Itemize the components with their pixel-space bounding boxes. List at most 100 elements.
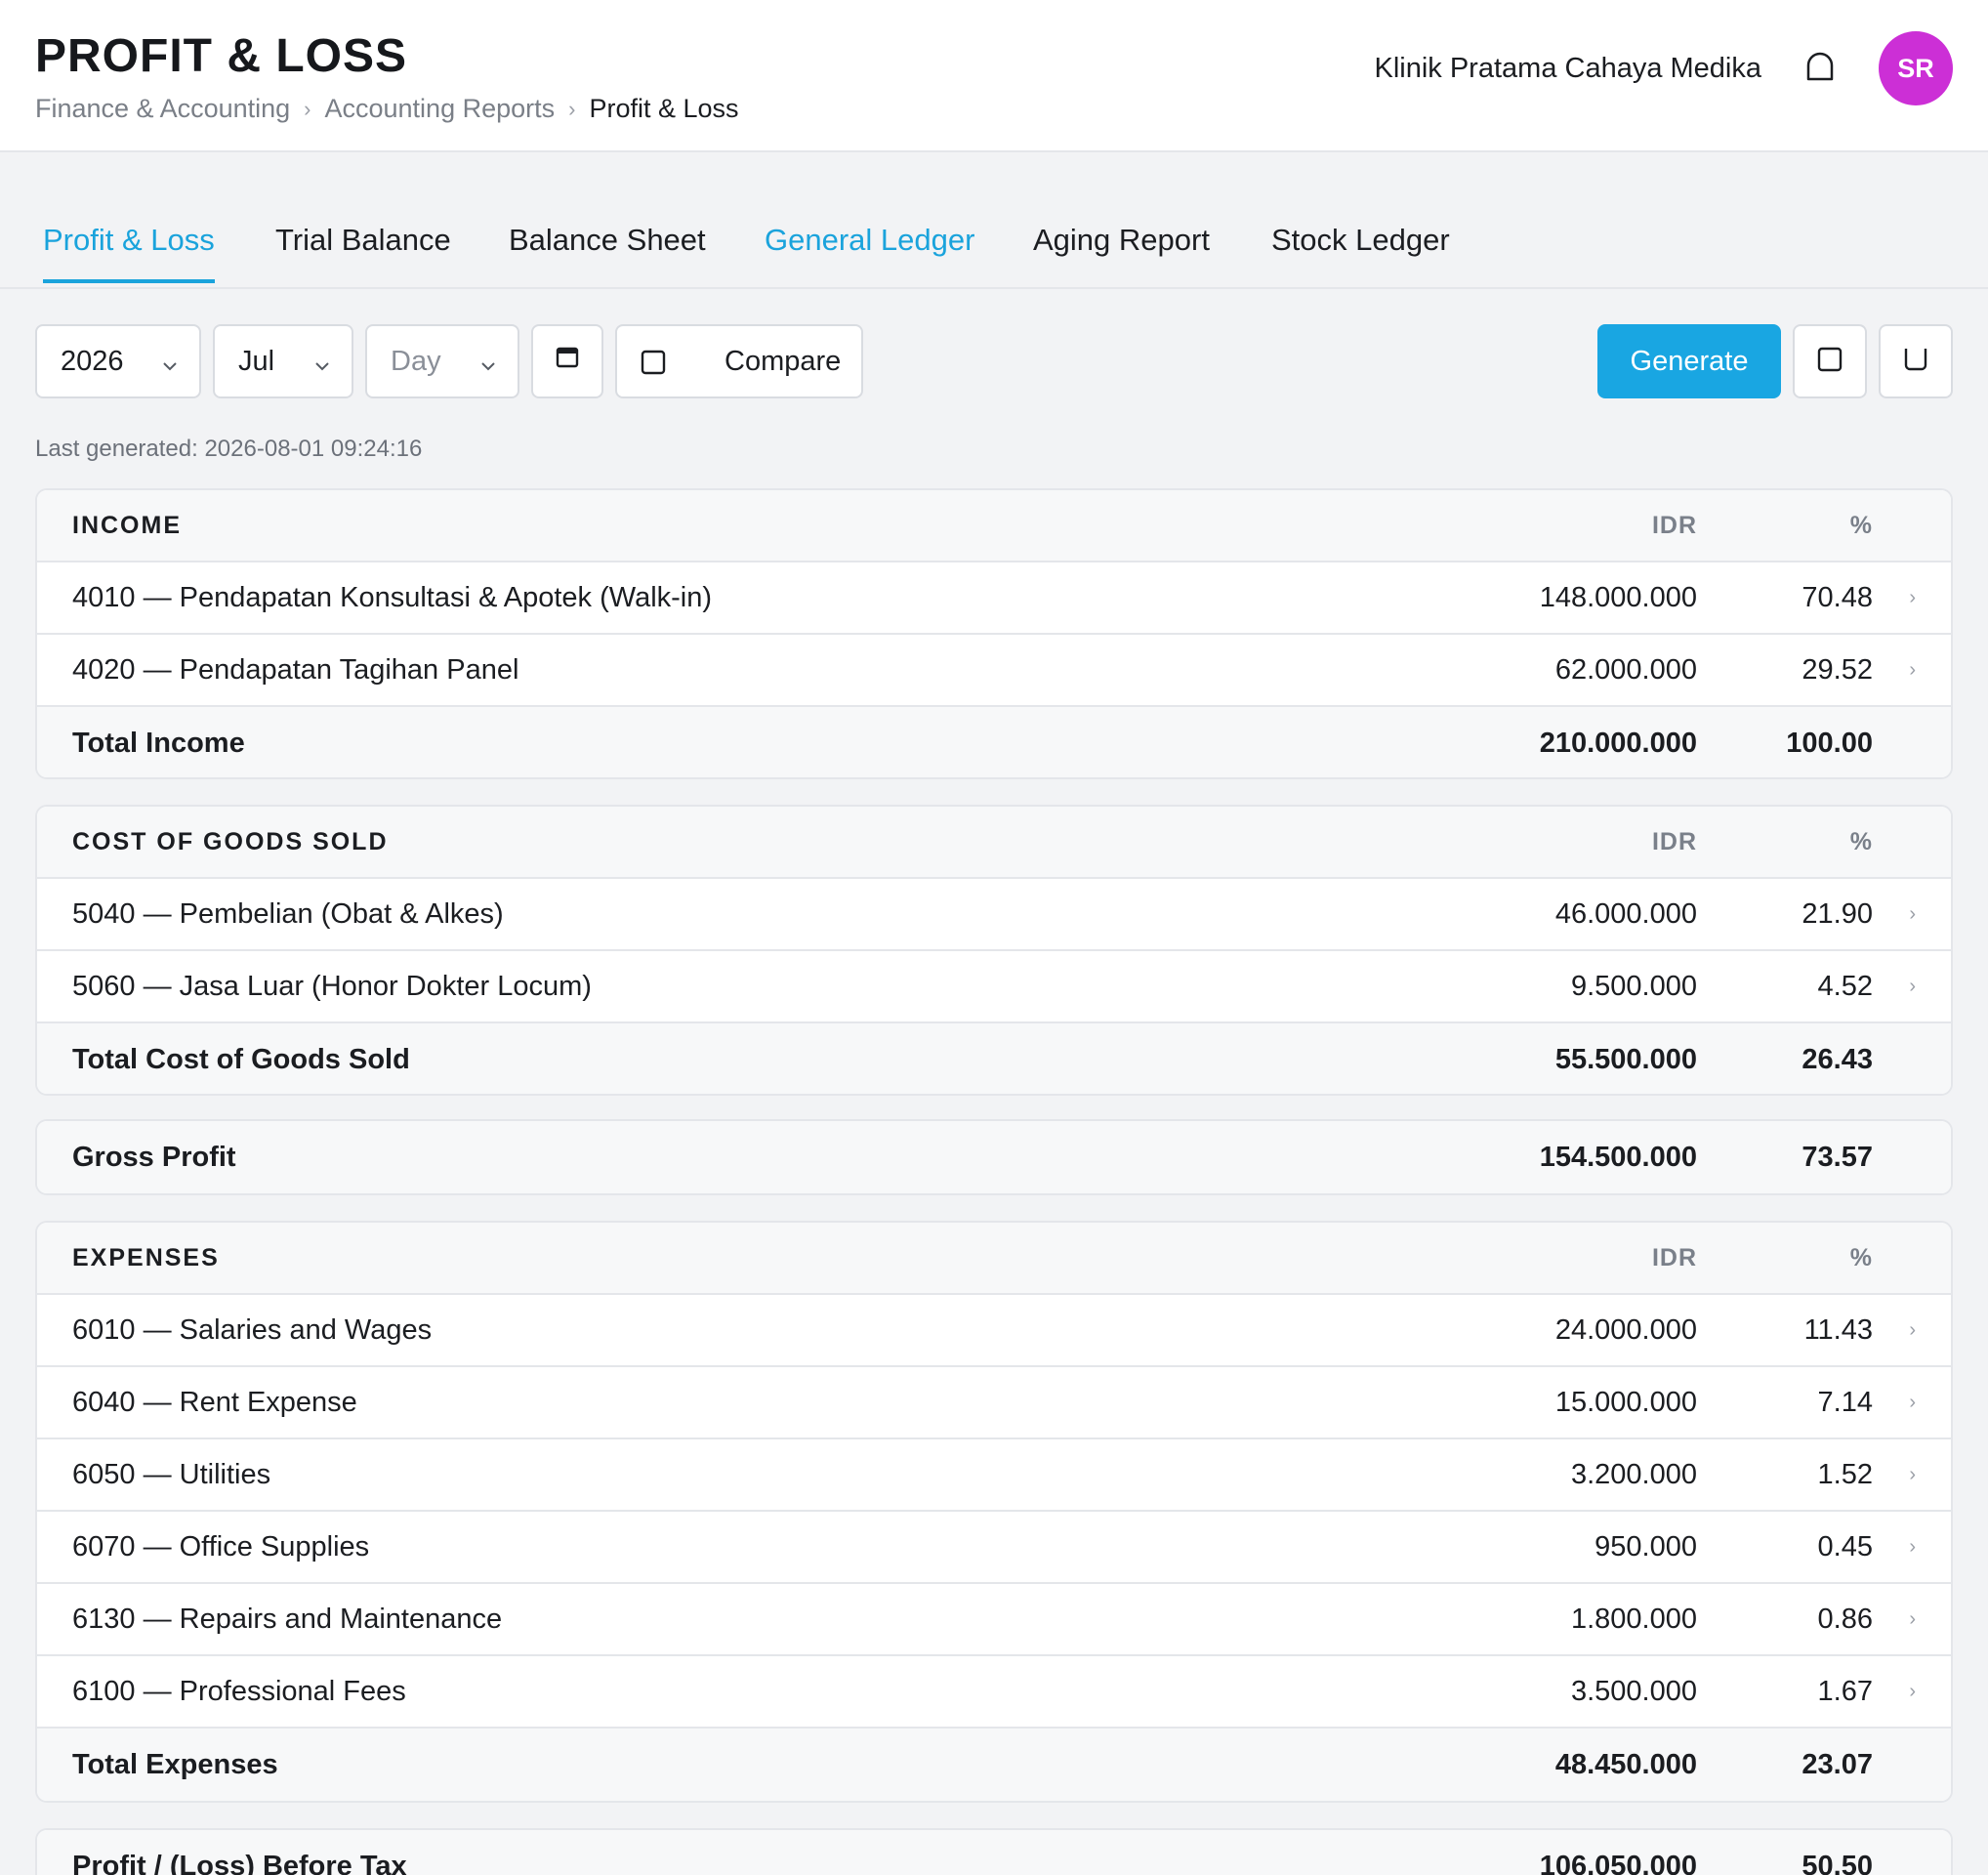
print-button[interactable] — [1879, 324, 1953, 398]
calendar-button[interactable] — [531, 324, 603, 398]
tab-balance-sheet[interactable]: Balance Sheet — [509, 223, 706, 279]
account-label: 4020 — Pendapatan Tagihan Panel — [72, 653, 519, 686]
tab-general-ledger[interactable]: General Ledger — [765, 223, 974, 279]
account-percent: 1.52 — [1817, 1458, 1873, 1490]
calendar-icon — [555, 345, 580, 378]
tab-aging-report[interactable]: Aging Report — [1033, 223, 1210, 279]
breadcrumb-accounting-reports[interactable]: Accounting Reports — [325, 94, 556, 124]
total-amount: 210.000.000 — [1539, 727, 1697, 759]
breadcrumb-separator: › — [304, 96, 311, 121]
account-row[interactable]: 6010 — Salaries and Wages 24.000.000 11.… — [37, 1295, 1951, 1367]
account-amount: 148.000.000 — [1539, 581, 1697, 613]
chevron-down-icon — [160, 352, 180, 384]
gross-profit-label: Gross Profit — [72, 1141, 236, 1173]
total-label: Total Cost of Goods Sold — [72, 1043, 410, 1075]
account-label: 6050 — Utilities — [72, 1458, 271, 1490]
checkbox-icon[interactable] — [641, 350, 666, 383]
breadcrumb: Finance & Accounting › Accounting Report… — [35, 94, 739, 124]
account-amount: 15.000.000 — [1554, 1386, 1697, 1418]
month-value: Jul — [238, 345, 275, 377]
account-percent: 29.52 — [1802, 653, 1873, 686]
account-row[interactable]: 6130 — Repairs and Maintenance 1.800.000… — [37, 1584, 1951, 1656]
account-amount: 3.500.000 — [1570, 1675, 1697, 1707]
account-label: 6010 — Salaries and Wages — [72, 1313, 433, 1346]
chevron-right-icon[interactable]: › — [1909, 1608, 1916, 1631]
total-label: Total Expenses — [72, 1748, 278, 1780]
account-row[interactable]: 4020 — Pendapatan Tagihan Panel 62.000.0… — [37, 635, 1951, 707]
compare-toggle[interactable]: Compare — [615, 324, 863, 398]
notification-bell-icon[interactable] — [1804, 51, 1836, 84]
account-row[interactable]: 4010 — Pendapatan Konsultasi & Apotek (W… — [37, 562, 1951, 635]
total-percent: 26.43 — [1802, 1043, 1873, 1075]
column-header-idr: IDR — [1651, 1243, 1697, 1271]
income-section: INCOME IDR % 4010 — Pendapatan Konsultas… — [35, 488, 1953, 779]
total-row: Total Expenses 48.450.000 23.07 — [37, 1729, 1951, 1801]
gross-profit-row: Gross Profit 154.500.000 73.57 — [37, 1121, 1951, 1193]
tab-stock-ledger[interactable]: Stock Ledger — [1271, 223, 1450, 279]
tab-profit-loss[interactable]: Profit & Loss — [43, 223, 215, 283]
chevron-right-icon[interactable]: › — [1909, 1464, 1916, 1486]
expenses-section: EXPENSES IDR % 6010 — Salaries and Wages… — [35, 1221, 1953, 1803]
chevron-right-icon[interactable]: › — [1909, 1319, 1916, 1342]
profit-before-tax-row: Profit / (Loss) Before Tax 106.050.000 5… — [37, 1830, 1951, 1875]
account-row[interactable]: 5040 — Pembelian (Obat & Alkes) 46.000.0… — [37, 879, 1951, 951]
account-amount: 3.200.000 — [1570, 1458, 1697, 1490]
account-label: 5060 — Jasa Luar (Honor Dokter Locum) — [72, 970, 592, 1002]
profit-before-tax-amount: 106.050.000 — [1539, 1850, 1697, 1875]
tray-icon — [1902, 346, 1929, 378]
chevron-right-icon[interactable]: › — [1909, 587, 1916, 609]
account-percent: 70.48 — [1802, 581, 1873, 613]
total-label: Total Income — [72, 727, 245, 759]
account-label: 5040 — Pembelian (Obat & Alkes) — [72, 897, 504, 930]
account-row[interactable]: 6100 — Professional Fees 3.500.000 1.67 … — [37, 1656, 1951, 1729]
day-select[interactable]: Day — [365, 324, 519, 398]
account-amount: 24.000.000 — [1554, 1313, 1697, 1346]
year-select[interactable]: 2026 — [35, 324, 201, 398]
clinic-name: Klinik Pratama Cahaya Medika — [1374, 53, 1761, 84]
column-header-idr: IDR — [1651, 511, 1697, 539]
compare-label: Compare — [725, 345, 842, 377]
page-title: PROFIT & LOSS — [35, 30, 408, 82]
user-avatar[interactable]: SR — [1879, 31, 1953, 105]
account-row[interactable]: 6040 — Rent Expense 15.000.000 7.14 › — [37, 1367, 1951, 1439]
chevron-right-icon[interactable]: › — [1909, 1536, 1916, 1559]
account-percent: 0.86 — [1817, 1603, 1873, 1635]
account-label: 6130 — Repairs and Maintenance — [72, 1603, 503, 1635]
gross-profit-amount: 154.500.000 — [1539, 1141, 1697, 1173]
tab-trial-balance[interactable]: Trial Balance — [275, 223, 451, 279]
account-amount: 62.000.000 — [1554, 653, 1697, 686]
section-header: COST OF GOODS SOLD IDR % — [37, 807, 1951, 879]
column-header-idr: IDR — [1651, 827, 1697, 855]
month-select[interactable]: Jul — [213, 324, 353, 398]
export-button[interactable] — [1793, 324, 1867, 398]
generate-button[interactable]: Generate — [1597, 324, 1781, 398]
total-row: Total Income 210.000.000 100.00 — [37, 707, 1951, 777]
total-percent: 100.00 — [1786, 727, 1873, 759]
last-generated-text: Last generated: 2026-08-01 09:24:16 — [35, 436, 423, 462]
total-amount: 48.450.000 — [1554, 1748, 1697, 1780]
breadcrumb-current: Profit & Loss — [589, 94, 739, 123]
profit-before-tax-section: Profit / (Loss) Before Tax 106.050.000 5… — [35, 1828, 1953, 1875]
top-header: PROFIT & LOSS Finance & Accounting › Acc… — [0, 0, 1988, 152]
chevron-right-icon[interactable]: › — [1909, 1681, 1916, 1703]
account-percent: 1.67 — [1817, 1675, 1873, 1707]
chevron-right-icon[interactable]: › — [1909, 1392, 1916, 1414]
column-header-pct: % — [1849, 511, 1873, 539]
account-label: 6070 — Office Supplies — [72, 1530, 370, 1562]
account-row[interactable]: 6070 — Office Supplies 950.000 0.45 › — [37, 1512, 1951, 1584]
chevron-right-icon[interactable]: › — [1909, 903, 1916, 926]
cogs-section: COST OF GOODS SOLD IDR % 5040 — Pembelia… — [35, 805, 1953, 1096]
breadcrumb-finance[interactable]: Finance & Accounting — [35, 94, 290, 124]
chevron-right-icon[interactable]: › — [1909, 976, 1916, 998]
account-row[interactable]: 5060 — Jasa Luar (Honor Dokter Locum) 9.… — [37, 951, 1951, 1023]
column-header-pct: % — [1849, 827, 1873, 855]
account-row[interactable]: 6050 — Utilities 3.200.000 1.52 › — [37, 1439, 1951, 1512]
section-heading: COST OF GOODS SOLD — [72, 827, 389, 855]
gross-profit-percent: 73.57 — [1802, 1141, 1873, 1173]
account-percent: 4.52 — [1817, 970, 1873, 1002]
account-percent: 7.14 — [1817, 1386, 1873, 1418]
breadcrumb-separator: › — [568, 96, 576, 121]
account-label: 6040 — Rent Expense — [72, 1386, 357, 1418]
section-header: INCOME IDR % — [37, 490, 1951, 562]
chevron-right-icon[interactable]: › — [1909, 659, 1916, 682]
